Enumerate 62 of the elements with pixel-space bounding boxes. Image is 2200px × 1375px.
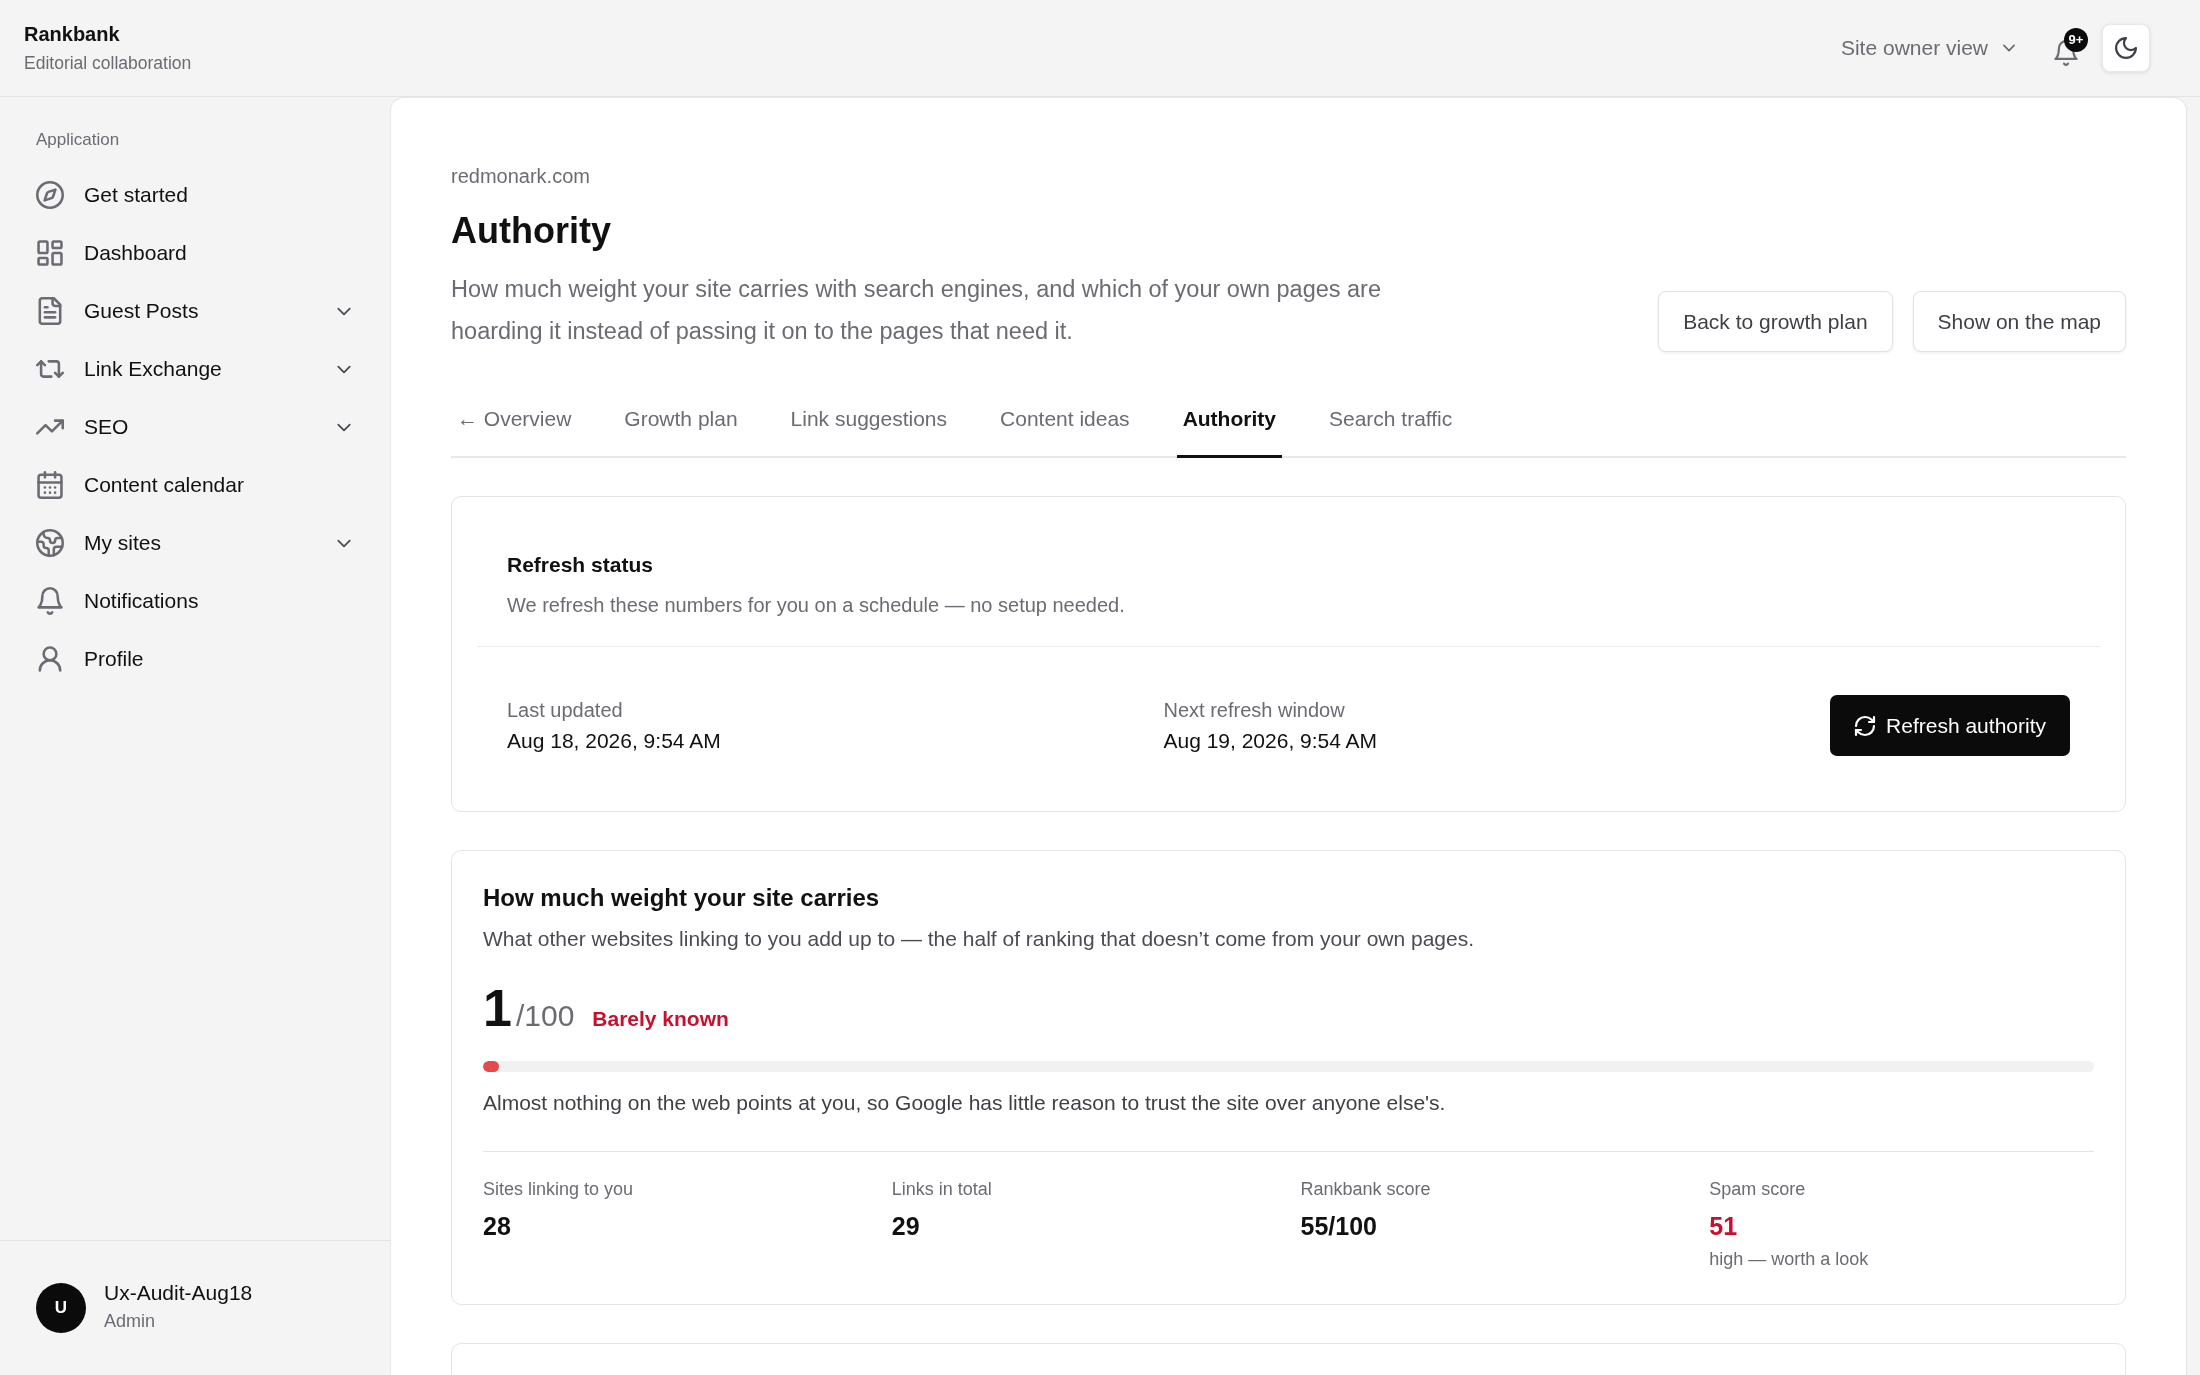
avatar: U <box>36 1283 86 1333</box>
score-scale: /100 <box>515 998 575 1034</box>
stat-value: 29 <box>891 1211 921 1242</box>
view-switcher[interactable]: Site owner view <box>1840 34 2016 62</box>
compass-icon <box>36 181 64 209</box>
stat-value: 55/100 <box>1300 1211 1378 1242</box>
stat-value: 51 <box>1709 1211 1739 1242</box>
sidebar-item[interactable]: Notifications <box>0 572 390 630</box>
user-name: Ux-Audit-Aug18 <box>104 1280 253 1306</box>
score-verdict: Barely known <box>592 1006 729 1032</box>
page-title: Authority <box>451 209 612 252</box>
tab[interactable]: ← Overview <box>451 404 578 458</box>
tab[interactable]: Link suggestions <box>784 404 954 458</box>
user-icon <box>36 645 64 673</box>
stat-label: Sites linking to you <box>483 1178 635 1201</box>
stat-label: Links in total <box>891 1178 993 1201</box>
card-title: Refresh status <box>507 552 654 578</box>
stat-label: Spam score <box>1709 1178 1807 1201</box>
field-value: Aug 18, 2026, 9:54 AM <box>507 728 722 754</box>
card-title: How much weight your site carries <box>483 883 881 913</box>
field-label: Next refresh window <box>1163 698 1346 723</box>
action-button[interactable]: Show on the map <box>1912 291 2126 352</box>
refresh-button[interactable]: Refresh authority <box>1830 695 2070 756</box>
stat-note: high — worth a look <box>1709 1248 1870 1271</box>
bell-icon <box>36 587 64 615</box>
sidebar-item[interactable]: Dashboard <box>0 224 390 282</box>
sidebar-item[interactable]: Guest Posts <box>0 282 390 340</box>
score-explanation: Almost nothing on the web points at you, so Google has little reason to trust the site over anyone else's. <box>483 1090 1447 1116</box>
tab[interactable]: Content ideas <box>994 404 1136 458</box>
field-label: Last updated <box>507 698 624 723</box>
dashboard-icon <box>36 239 64 267</box>
refresh-icon <box>1854 714 1877 737</box>
app-tagline: Editorial collaboration <box>24 52 192 75</box>
card-subtitle: We refresh these numbers for you on a schedule — no setup needed. <box>507 593 1126 618</box>
sidebar-item[interactable]: SEO <box>0 398 390 456</box>
field-value: Aug 19, 2026, 9:54 AM <box>1163 728 1379 754</box>
sidebar-item[interactable]: Content calendar <box>0 456 390 514</box>
card-subtitle: What other websites linking to you add up to — the half of ranking that doesn’t come from your own pages. <box>483 926 1476 952</box>
app-name: Rankbank <box>24 22 121 47</box>
stat-value: 28 <box>483 1211 512 1242</box>
document-icon <box>36 297 64 325</box>
globe-icon <box>36 529 64 557</box>
page-description: How much weight your site carries with search engines, and which of your own pages are hoarding it instead of passing it on to the pages that need it. <box>451 275 1383 346</box>
theme-toggle-button[interactable] <box>2102 24 2150 72</box>
tab[interactable]: Search traffic <box>1322 404 1459 458</box>
stat-label: Rankbank score <box>1300 1178 1432 1201</box>
tab[interactable]: Authority <box>1176 404 1282 458</box>
section-label: Application <box>36 129 120 151</box>
action-button[interactable]: Back to growth plan <box>1658 291 1893 352</box>
sidebar-item[interactable]: My sites <box>0 514 390 572</box>
sidebar-item[interactable]: Link Exchange <box>0 340 390 398</box>
sidebar-item[interactable]: Profile <box>0 630 390 688</box>
score-value: 1 <box>483 979 512 1037</box>
site-domain: redmonark.com <box>451 164 591 189</box>
calendar-icon <box>36 471 64 499</box>
notification-badge: 9+ <box>2064 28 2088 52</box>
user-role: Admin <box>104 1310 157 1333</box>
sidebar-item[interactable]: Get started <box>0 166 390 224</box>
moon-icon <box>2115 37 2137 59</box>
chevron-down-icon <box>2002 44 2016 52</box>
tab[interactable]: Growth plan <box>618 404 744 458</box>
notifications-button[interactable]: 9+ <box>2052 28 2088 68</box>
